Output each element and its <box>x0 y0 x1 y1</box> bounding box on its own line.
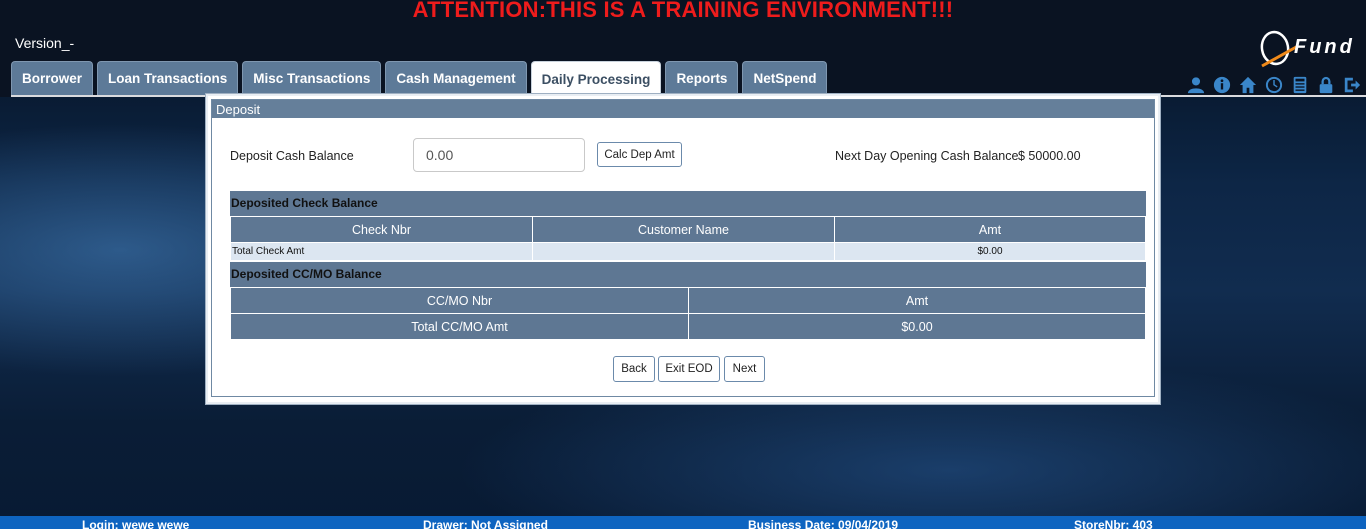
column-customer-name: Customer Name <box>532 216 835 243</box>
main-tabs: Borrower Loan Transactions Misc Transact… <box>11 61 828 97</box>
deposit-cash-balance-input[interactable] <box>413 138 585 172</box>
exit-eod-button[interactable]: Exit EOD <box>658 356 720 382</box>
logout-icon[interactable] <box>1342 75 1361 94</box>
logo-text: Fund <box>1294 36 1355 58</box>
next-day-opening-label: Next Day Opening Cash Balance <box>835 149 1019 163</box>
drawer-status: Drawer: Not Assigned <box>423 518 548 529</box>
deposit-panel: Deposit Deposit Cash Balance Calc Dep Am… <box>206 94 1160 404</box>
clock-icon[interactable] <box>1264 75 1283 94</box>
tab-borrower[interactable]: Borrower <box>11 61 94 95</box>
table-row: Total Check Amt $0.00 <box>230 242 1146 261</box>
info-icon[interactable] <box>1212 75 1231 94</box>
column-amt: Amt <box>834 216 1146 243</box>
toolbar-icons <box>1186 75 1361 94</box>
total-ccmo-amt-label: Total CC/MO Amt <box>230 313 689 340</box>
calculator-icon[interactable] <box>1290 75 1309 94</box>
column-amt: Amt <box>688 287 1146 314</box>
top-bar: ATTENTION:THIS IS A TRAINING ENVIRONMENT… <box>0 0 1366 97</box>
business-date-status: Business Date: 09/04/2019 <box>748 518 899 529</box>
status-bar: Login: wewe wewe Drawer: Not Assigned Bu… <box>0 516 1366 529</box>
deposited-ccmo-header: Deposited CC/MO Balance <box>230 262 1146 287</box>
deposited-check-table: Check Nbr Customer Name Amt Total Check … <box>230 216 1146 261</box>
table-header-row: Check Nbr Customer Name Amt <box>230 216 1146 243</box>
total-check-amt-label: Total Check Amt <box>230 242 533 261</box>
column-check-nbr: Check Nbr <box>230 216 533 243</box>
tab-cash-management[interactable]: Cash Management <box>385 61 527 95</box>
store-number-status: StoreNbr: 403 <box>1074 518 1153 529</box>
home-icon[interactable] <box>1238 75 1257 94</box>
column-ccmo-nbr: CC/MO Nbr <box>230 287 689 314</box>
training-banner: ATTENTION:THIS IS A TRAINING ENVIRONMENT… <box>412 0 954 22</box>
tab-misc-transactions[interactable]: Misc Transactions <box>242 61 382 95</box>
deposit-panel-body: Deposit Deposit Cash Balance Calc Dep Am… <box>211 99 1155 397</box>
panel-title: Deposit <box>212 100 1154 118</box>
login-status: Login: wewe wewe <box>82 518 190 529</box>
lock-icon[interactable] <box>1316 75 1335 94</box>
tab-reports[interactable]: Reports <box>665 61 739 95</box>
user-icon[interactable] <box>1186 75 1205 94</box>
qfund-logo: Fund <box>1258 26 1362 70</box>
empty-cell <box>532 242 835 261</box>
deposit-cash-row: Deposit Cash Balance Calc Dep Amt Next D… <box>212 137 1154 173</box>
next-button[interactable]: Next <box>724 356 765 382</box>
tab-netspend[interactable]: NetSpend <box>742 61 828 95</box>
next-day-opening-value: $ 50000.00 <box>1018 149 1081 163</box>
deposited-check-header: Deposited Check Balance <box>230 191 1146 216</box>
tab-loan-transactions[interactable]: Loan Transactions <box>97 61 239 95</box>
total-ccmo-amt-value: $0.00 <box>688 313 1146 340</box>
calc-dep-amt-button[interactable]: Calc Dep Amt <box>597 142 682 167</box>
table-header-row: CC/MO Nbr Amt <box>230 287 1146 314</box>
table-row: Total CC/MO Amt $0.00 <box>230 313 1146 340</box>
total-check-amt-value: $0.00 <box>834 242 1146 261</box>
tab-daily-processing[interactable]: Daily Processing <box>530 61 662 97</box>
back-button[interactable]: Back <box>613 356 655 382</box>
deposited-ccmo-table: CC/MO Nbr Amt Total CC/MO Amt $0.00 <box>230 287 1146 340</box>
deposit-cash-balance-label: Deposit Cash Balance <box>230 149 354 163</box>
version-label: Version_- <box>15 35 75 51</box>
